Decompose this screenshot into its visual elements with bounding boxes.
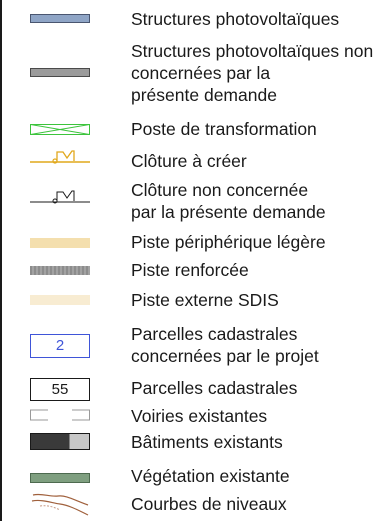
legend-label: Voiries existantes bbox=[131, 406, 268, 426]
legend-label: Piste périphérique légère bbox=[131, 232, 326, 252]
legend-label: Piste renforcée bbox=[131, 260, 249, 280]
legend-label: Parcelles cadastrales bbox=[131, 378, 298, 398]
existing-buildings-swatch bbox=[30, 433, 90, 450]
fence-not-concerned-icon bbox=[30, 190, 90, 204]
parcel-number-badge: 2 bbox=[30, 334, 90, 358]
legend-label: présente demande bbox=[131, 85, 277, 105]
parcel-number-badge: 55 bbox=[30, 378, 90, 401]
legend-label: Végétation existante bbox=[131, 466, 290, 486]
pv-structures-not-concerned-swatch bbox=[30, 68, 90, 77]
reinforced-track-swatch bbox=[30, 266, 90, 275]
legend-label: Parcelles cadastrales bbox=[131, 324, 298, 344]
fence-to-create-icon bbox=[30, 150, 90, 164]
pv-structures-swatch bbox=[30, 14, 90, 23]
legend-label: concernées par la bbox=[131, 63, 271, 83]
light-perimeter-track-swatch bbox=[30, 238, 90, 248]
legend-label: Poste de transformation bbox=[131, 119, 317, 139]
legend-frame-border bbox=[0, 0, 2, 521]
legend-label: Structures photovoltaïques non bbox=[131, 41, 374, 61]
existing-roads-icon bbox=[30, 409, 90, 421]
existing-vegetation-swatch bbox=[30, 473, 90, 483]
legend-label: concernées par le projet bbox=[131, 346, 319, 366]
legend-label: Piste externe SDIS bbox=[131, 290, 279, 310]
legend-label: Structures photovoltaïques bbox=[131, 9, 340, 29]
transformer-station-icon bbox=[30, 124, 90, 135]
legend-label: par la présente demande bbox=[131, 202, 326, 222]
legend-label: Clôture à créer bbox=[131, 151, 247, 171]
legend-label: Bâtiments existants bbox=[131, 432, 283, 452]
sdis-external-track-swatch bbox=[30, 295, 90, 305]
legend-label: Clôture non concernée bbox=[131, 180, 309, 200]
legend-label: Courbes de niveaux bbox=[131, 494, 287, 514]
contour-lines-icon bbox=[31, 493, 89, 516]
